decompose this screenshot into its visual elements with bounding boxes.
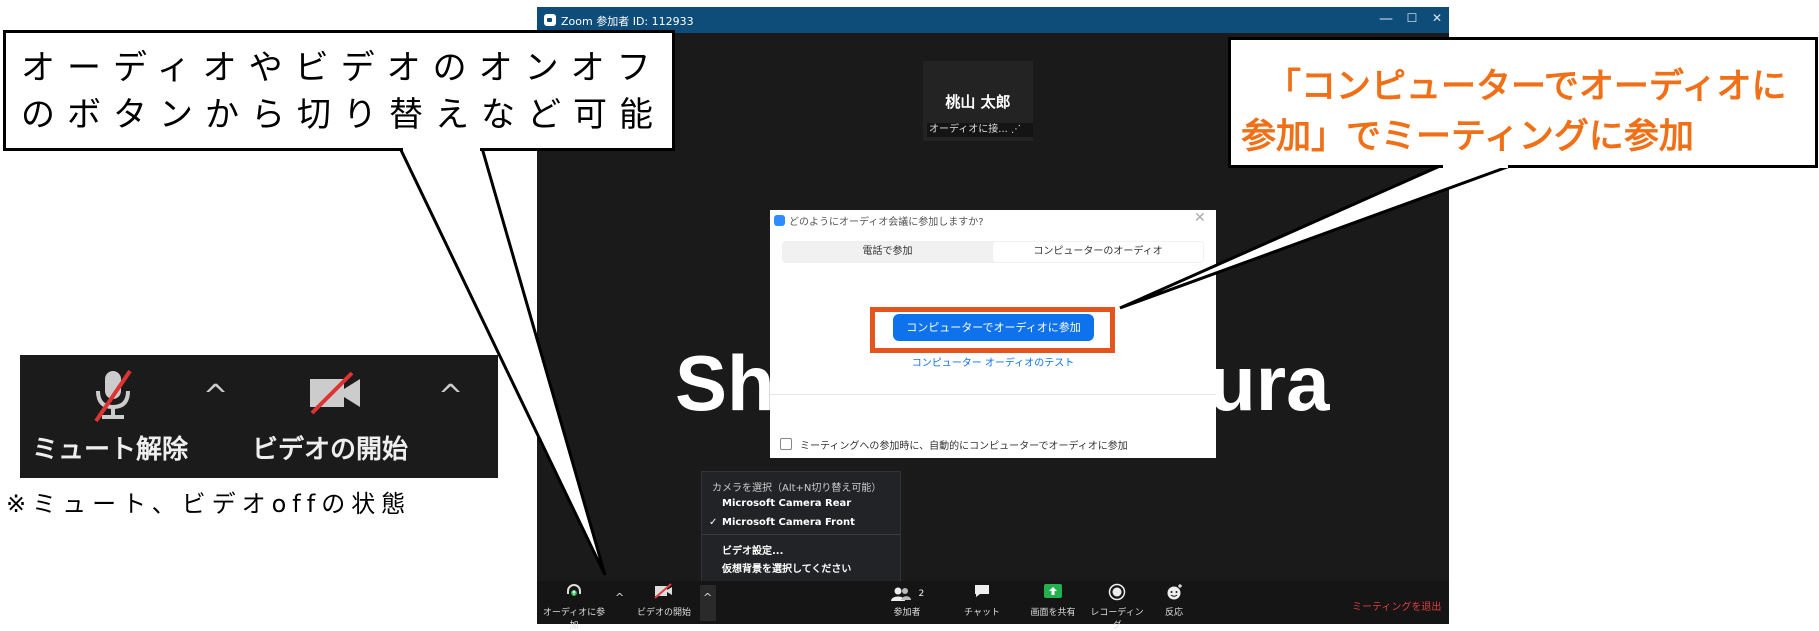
video-options-caret-icon: ^	[438, 379, 464, 414]
right-callout-joint	[1443, 161, 1508, 168]
toolbar-closeup-image: ^ ^ ミュート解除 ビデオの開始	[20, 355, 498, 478]
right-callout-line2: 参加」でミーティングに参加	[1241, 117, 1694, 157]
inset-caption: ※ミュート、ビデオoffの状態	[6, 490, 412, 518]
unmute-label: ミュート解除	[32, 435, 189, 465]
left-callout-joint	[403, 145, 480, 151]
right-callout-box: 「コンピューターでオーディオに 参加」でミーティングに参加	[1228, 37, 1818, 168]
right-callout-pointer	[1119, 164, 1511, 310]
right-callout-text: 「コンピューターでオーディオに 参加」でミーティングに参加	[1241, 62, 1819, 162]
left-callout-text: オーディオやビデオのオンオフのボタンから切り替えなど可能	[21, 48, 665, 135]
microphone-muted-icon	[90, 367, 136, 427]
video-off-icon	[308, 371, 364, 419]
right-callout-line1: 「コンピューターでオーディオに	[1266, 67, 1787, 107]
left-callout-box: オーディオやビデオのオンオフのボタンから切り替えなど可能	[3, 30, 675, 151]
audio-options-caret-icon: ^	[203, 379, 229, 414]
start-video-label: ビデオの開始	[252, 435, 409, 465]
